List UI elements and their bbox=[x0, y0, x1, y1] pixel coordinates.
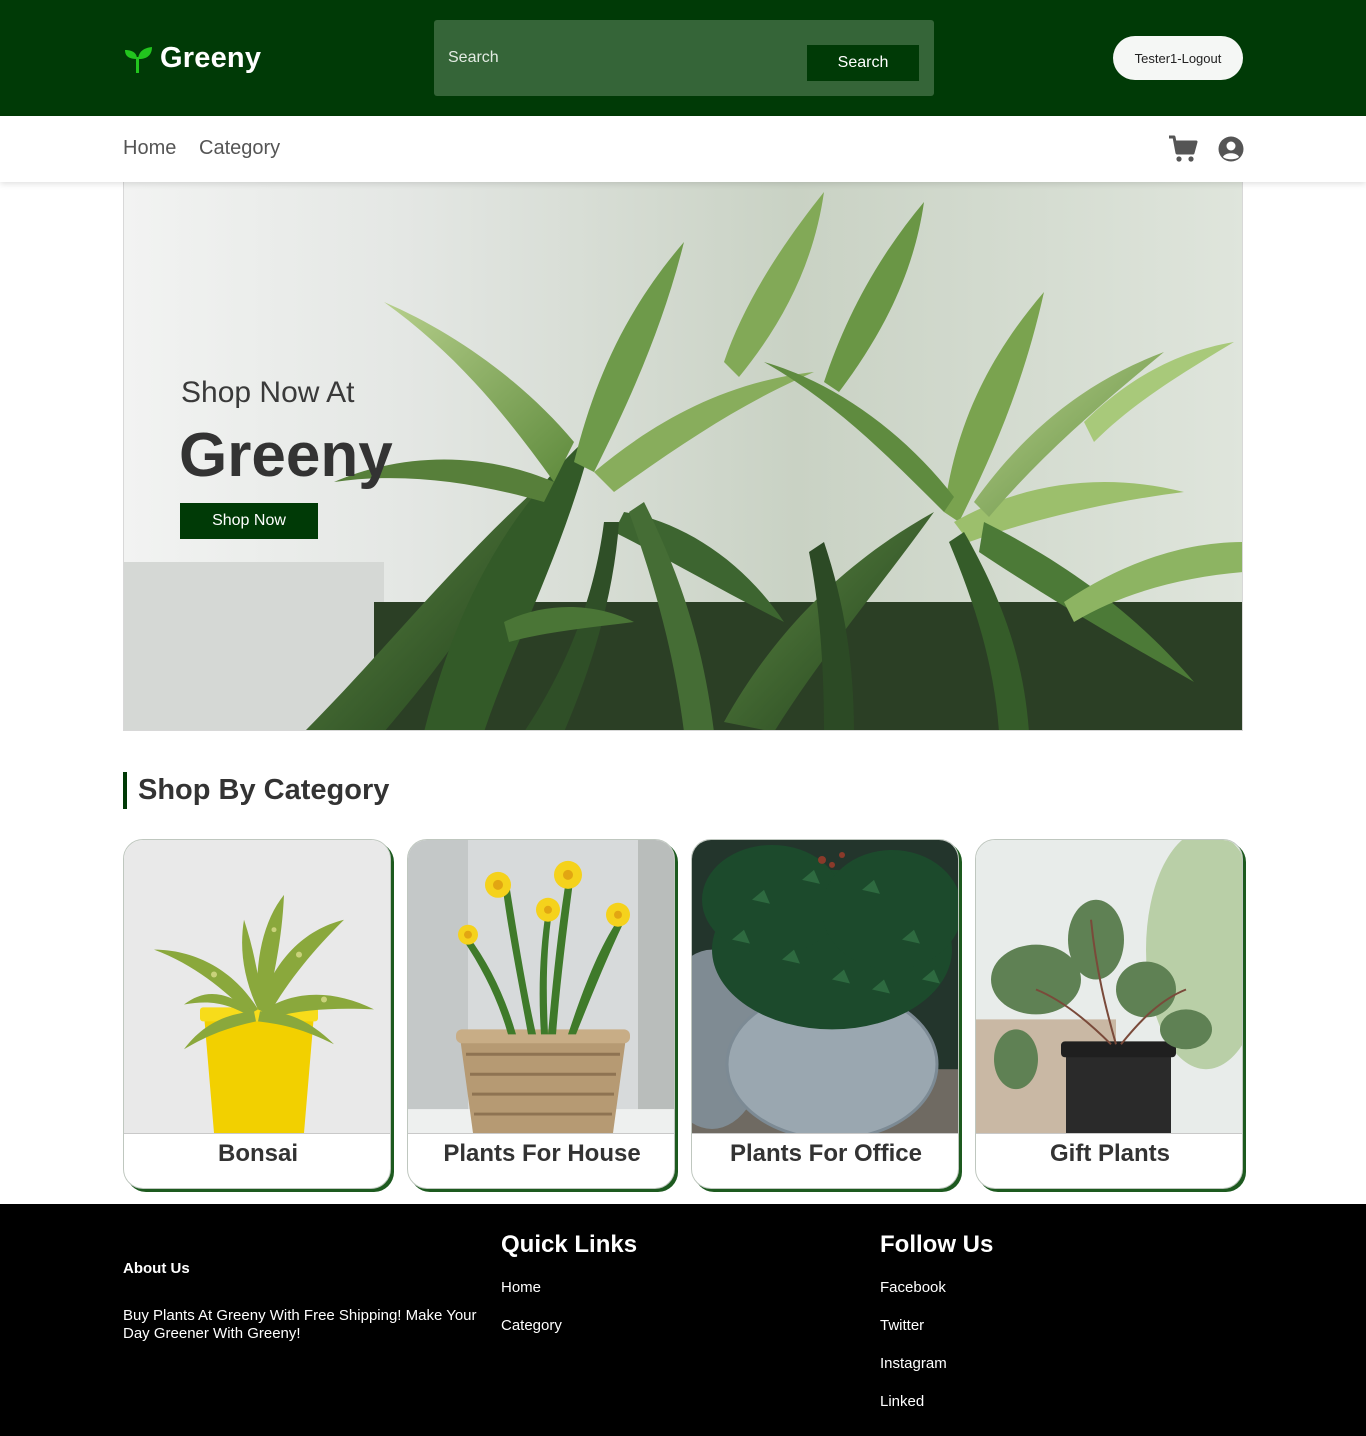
search-button[interactable]: Search bbox=[807, 45, 919, 81]
gift-plant-image bbox=[976, 840, 1242, 1134]
footer-link-linked[interactable]: Linked bbox=[880, 1393, 924, 1410]
section-title-shop-by-category: Shop By Category bbox=[123, 772, 389, 809]
brand-logo[interactable]: Greeny bbox=[122, 42, 261, 75]
shop-now-button[interactable]: Shop Now bbox=[180, 503, 318, 539]
brand-name: Greeny bbox=[160, 42, 262, 74]
footer-link-facebook[interactable]: Facebook bbox=[880, 1279, 946, 1296]
hero-subtitle: Shop Now At bbox=[181, 376, 355, 409]
nav-category-link[interactable]: Category bbox=[199, 137, 280, 160]
office-plant-image bbox=[692, 840, 958, 1134]
cart-icon[interactable] bbox=[1168, 135, 1198, 163]
footer-link-home[interactable]: Home bbox=[501, 1279, 541, 1296]
footer-quick-links-title: Quick Links bbox=[501, 1231, 638, 1258]
category-cards: Bonsai Plants For House Plants For Offic… bbox=[123, 839, 1245, 1191]
footer-link-instagram[interactable]: Instagram bbox=[880, 1355, 947, 1372]
search-input[interactable] bbox=[448, 42, 798, 74]
nav-home-link[interactable]: Home bbox=[123, 137, 176, 160]
category-card-gift-plants[interactable]: Gift Plants bbox=[975, 839, 1243, 1189]
hero-title: Greeny bbox=[179, 421, 393, 490]
top-header: Greeny Search Tester1-Logout bbox=[0, 0, 1366, 116]
footer-link-category[interactable]: Category bbox=[501, 1317, 562, 1334]
category-card-plants-for-house[interactable]: Plants For House bbox=[407, 839, 675, 1189]
footer-follow-title: Follow Us bbox=[880, 1231, 994, 1258]
nav-bar: Home Category bbox=[0, 116, 1366, 182]
category-card-plants-for-office[interactable]: Plants For Office bbox=[691, 839, 959, 1189]
footer-about-title: About Us bbox=[123, 1260, 190, 1277]
daffodil-basket-image bbox=[408, 840, 674, 1134]
user-account-icon[interactable] bbox=[1218, 136, 1244, 162]
category-label: Bonsai bbox=[217, 1140, 298, 1167]
category-card-bonsai[interactable]: Bonsai bbox=[123, 839, 391, 1189]
category-label: Plants For House bbox=[443, 1140, 641, 1167]
hero-banner: Shop Now At Greeny Shop Now bbox=[123, 181, 1243, 731]
category-label: Plants For Office bbox=[729, 1140, 923, 1167]
footer-link-twitter[interactable]: Twitter bbox=[880, 1317, 924, 1334]
site-footer: About Us Buy Plants At Greeny With Free … bbox=[0, 1204, 1366, 1436]
logout-button[interactable]: Tester1-Logout bbox=[1113, 36, 1243, 80]
bonsai-image bbox=[124, 840, 390, 1134]
footer-about-text: Buy Plants At Greeny With Free Shipping!… bbox=[123, 1307, 477, 1342]
category-label: Gift Plants bbox=[1049, 1140, 1170, 1167]
sprout-icon bbox=[125, 46, 152, 73]
